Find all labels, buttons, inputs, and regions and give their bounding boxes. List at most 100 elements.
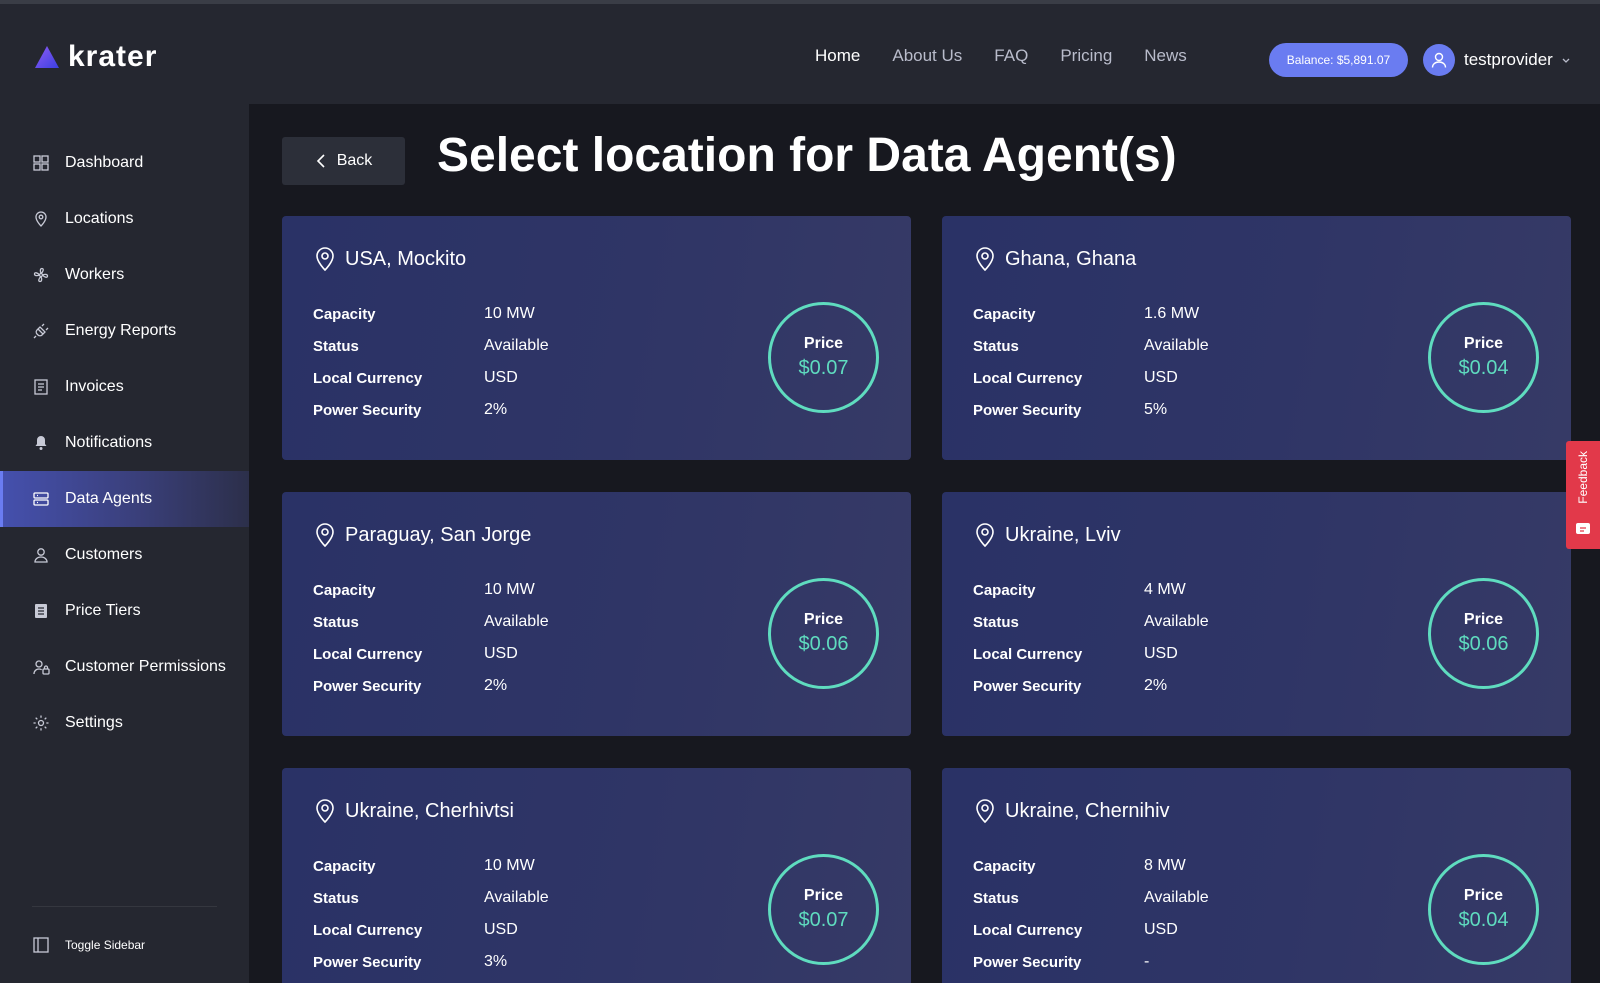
security-label: Power Security: [973, 401, 1082, 419]
sidebar-item-label: Customers: [65, 546, 143, 563]
toggle-sidebar-button[interactable]: Toggle Sidebar: [32, 936, 145, 954]
avatar: [1423, 44, 1455, 76]
security-label: Power Security: [973, 953, 1082, 971]
status-label: Status: [973, 889, 1019, 907]
currency-value: USD: [1144, 645, 1178, 662]
location-name: Ukraine, Cherhivtsi: [345, 799, 514, 822]
security-value: 5%: [1144, 401, 1168, 418]
nav-news[interactable]: News: [1144, 46, 1187, 66]
location-pin-icon: [316, 799, 334, 824]
price-value: $0.04: [1458, 909, 1509, 931]
fan-icon: [33, 267, 49, 283]
server-icon: [33, 492, 49, 506]
sidebar-item-notifications[interactable]: Notifications: [0, 415, 249, 471]
sidebar-item-label: Customer Permissions: [65, 658, 226, 675]
invoice-icon: [34, 379, 48, 395]
status-label: Status: [313, 613, 359, 631]
nav-about-us[interactable]: About Us: [892, 46, 962, 66]
bell-icon: [35, 436, 47, 450]
currency-label: Local Currency: [313, 921, 423, 939]
user-menu[interactable]: testprovider: [1423, 44, 1571, 76]
gear-icon: [33, 715, 49, 731]
location-name: Paraguay, San Jorge: [345, 523, 532, 546]
logo-text: krater: [68, 40, 158, 73]
location-name: USA, Mockito: [345, 247, 467, 270]
price-value: $0.06: [798, 633, 849, 655]
capacity-label: Capacity: [973, 857, 1036, 875]
nav-faq[interactable]: FAQ: [994, 46, 1028, 66]
feedback-tab[interactable]: Feedback: [1566, 441, 1600, 549]
price-badge: Price $0.04: [1428, 302, 1539, 413]
location-card[interactable]: Ukraine, Lviv Capacity 4 MW Status Availab…: [942, 492, 1571, 736]
price-label: Price: [803, 611, 844, 628]
sidebar-item-locations[interactable]: Locations: [0, 191, 249, 247]
page-title: Select location for Data Agent(s): [437, 129, 1177, 182]
sidebar-item-label: Energy Reports: [65, 322, 177, 339]
price-label: Price: [803, 335, 844, 352]
currency-value: USD: [484, 921, 518, 938]
currency-value: USD: [484, 369, 518, 386]
capacity-value: 10 MW: [484, 581, 535, 598]
price-badge: Price $0.07: [768, 854, 879, 965]
capacity-label: Capacity: [973, 305, 1036, 323]
username: testprovider: [1464, 50, 1553, 69]
currency-label: Local Currency: [313, 645, 423, 663]
location-card[interactable]: Ghana, Ghana Capacity 1.6 MW Status Availa…: [942, 216, 1571, 460]
location-card[interactable]: Ukraine, Chernihiv Capacity 8 MW Status Av…: [942, 768, 1571, 983]
status-value: Available: [484, 337, 549, 354]
back-button[interactable]: Back: [282, 137, 405, 185]
sidebar-item-data-agents[interactable]: Data Agents: [0, 471, 249, 527]
sidebar-item-customer-permissions[interactable]: Customer Permissions: [0, 639, 249, 695]
sidebar-item-label: Invoices: [65, 378, 124, 395]
status-value: Available: [484, 613, 549, 630]
sidebar-item-workers[interactable]: Workers: [0, 247, 249, 303]
status-value: Available: [484, 889, 549, 906]
currency-label: Local Currency: [973, 645, 1083, 663]
security-label: Power Security: [313, 953, 422, 971]
nav-home[interactable]: Home: [815, 46, 860, 66]
status-value: Available: [1144, 337, 1209, 354]
security-value: -: [1144, 953, 1150, 970]
location-card[interactable]: USA, Mockito Capacity 10 MW Status Availab…: [282, 216, 911, 460]
location-pin-icon: [316, 523, 334, 548]
balance-badge[interactable]: Balance: $5,891.07: [1269, 43, 1408, 77]
security-value: 2%: [484, 677, 508, 694]
sidebar-item-customers[interactable]: Customers: [0, 527, 249, 583]
price-value: $0.04: [1458, 357, 1509, 379]
currency-label: Local Currency: [973, 921, 1083, 939]
sidebar-item-dashboard[interactable]: Dashboard: [0, 135, 249, 191]
sidebar-item-label: Locations: [65, 210, 134, 227]
price-badge: Price $0.04: [1428, 854, 1539, 965]
price-value: $0.07: [798, 909, 849, 931]
currency-value: USD: [1144, 369, 1178, 386]
plug-icon: [33, 323, 49, 339]
location-card[interactable]: Ukraine, Cherhivtsi Capacity 10 MW Status…: [282, 768, 911, 983]
location-pin-icon: [35, 211, 47, 227]
sidebar-item-energy-reports[interactable]: Energy Reports: [0, 303, 249, 359]
sidebar-item-price-tiers[interactable]: Price Tiers: [0, 583, 249, 639]
location-pin-icon: [316, 247, 334, 272]
user-lock-icon: [33, 660, 50, 675]
capacity-label: Capacity: [313, 581, 376, 599]
status-label: Status: [973, 337, 1019, 355]
price-label: Price: [1463, 611, 1504, 628]
sidebar-item-invoices[interactable]: Invoices: [0, 359, 249, 415]
top-bar: krater Home About Us FAQ Pricing News Ba…: [0, 0, 1600, 104]
capacity-label: Capacity: [313, 305, 376, 323]
sidebar-toggle-icon: [33, 937, 49, 953]
capacity-value: 10 MW: [484, 305, 535, 322]
logo[interactable]: krater: [34, 40, 157, 74]
currency-label: Local Currency: [313, 369, 423, 387]
capacity-label: Capacity: [973, 581, 1036, 599]
price-value: $0.07: [798, 357, 849, 379]
location-card[interactable]: Paraguay, San Jorge Capacity 10 MW Status…: [282, 492, 911, 736]
nav-pricing[interactable]: Pricing: [1060, 46, 1112, 66]
sidebar-item-settings[interactable]: Settings: [0, 695, 249, 751]
capacity-value: 1.6 MW: [1144, 305, 1200, 322]
capacity-label: Capacity: [313, 857, 376, 875]
status-value: Available: [1144, 889, 1209, 906]
chevron-left-icon: [316, 154, 325, 168]
security-label: Power Security: [313, 677, 422, 695]
location-name: Ukraine, Lviv: [1005, 523, 1121, 546]
main-nav: Home About Us FAQ Pricing News: [815, 46, 1219, 66]
